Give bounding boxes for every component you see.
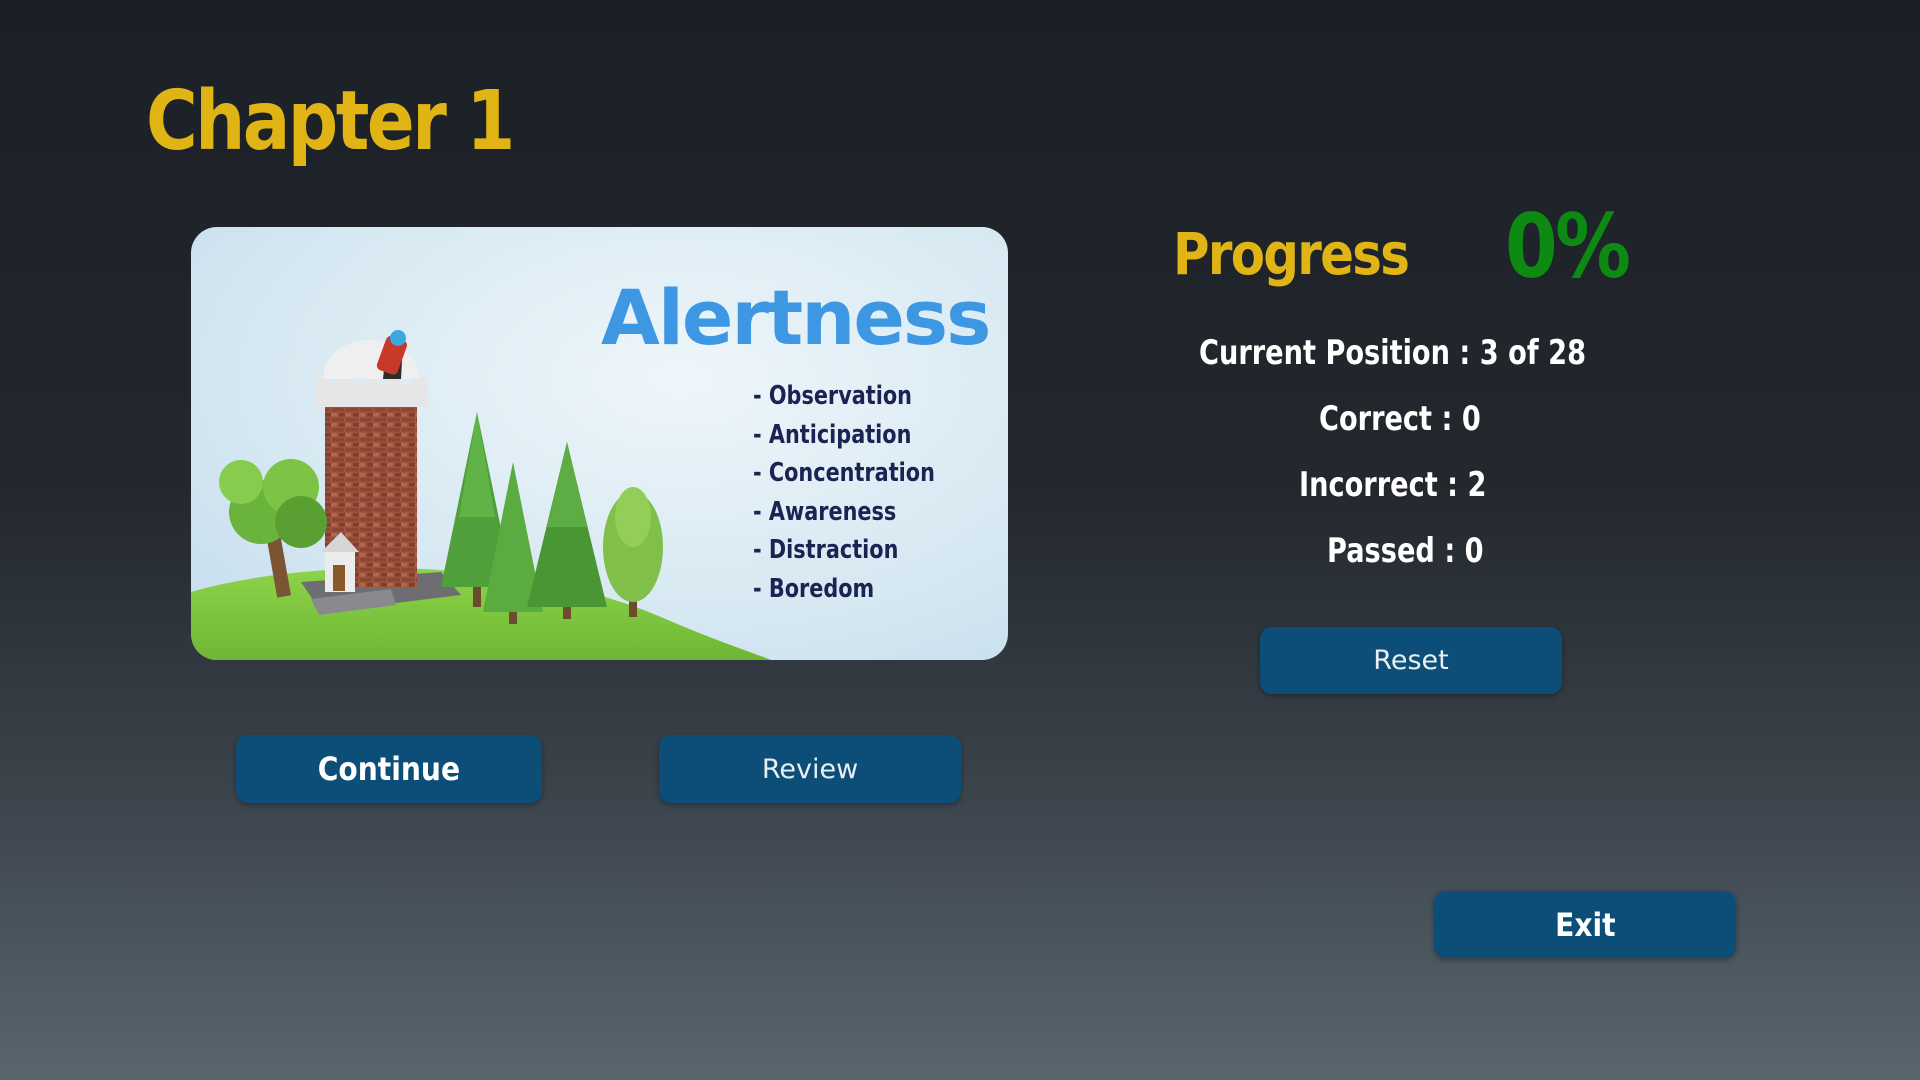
passed-count-text: Passed : 0 <box>1327 531 1484 571</box>
continue-button-label: Continue <box>317 750 461 788</box>
list-item: - Anticipation <box>753 419 912 450</box>
review-button-label: Review <box>761 753 859 785</box>
list-item: - Awareness <box>753 496 897 527</box>
current-position-text: Current Position : 3 of 28 <box>1199 333 1587 373</box>
list-item: - Distraction <box>753 535 899 566</box>
list-item: - Boredom <box>753 573 875 604</box>
progress-label: Progress <box>1173 220 1410 288</box>
reset-button[interactable]: Reset <box>1260 627 1562 694</box>
exit-button-label: Exit <box>1554 905 1616 944</box>
incorrect-count-text: Incorrect : 2 <box>1299 465 1487 505</box>
exit-button[interactable]: Exit <box>1434 891 1736 958</box>
chapter-title: Chapter 1 <box>146 74 515 169</box>
continue-button[interactable]: Continue <box>236 735 542 803</box>
progress-percentage: 0% <box>1505 195 1631 298</box>
review-button[interactable]: Review <box>659 735 961 803</box>
topic-list: - Observation - Anticipation - Concentra… <box>753 377 980 609</box>
correct-count-text: Correct : 0 <box>1319 399 1481 439</box>
list-item: - Observation <box>753 381 912 411</box>
list-item: - Concentration <box>753 458 935 489</box>
chapter-card: Alertness - Observation - Anticipation -… <box>191 227 1008 660</box>
card-title: Alertness <box>601 273 991 362</box>
reset-button-label: Reset <box>1373 645 1449 676</box>
